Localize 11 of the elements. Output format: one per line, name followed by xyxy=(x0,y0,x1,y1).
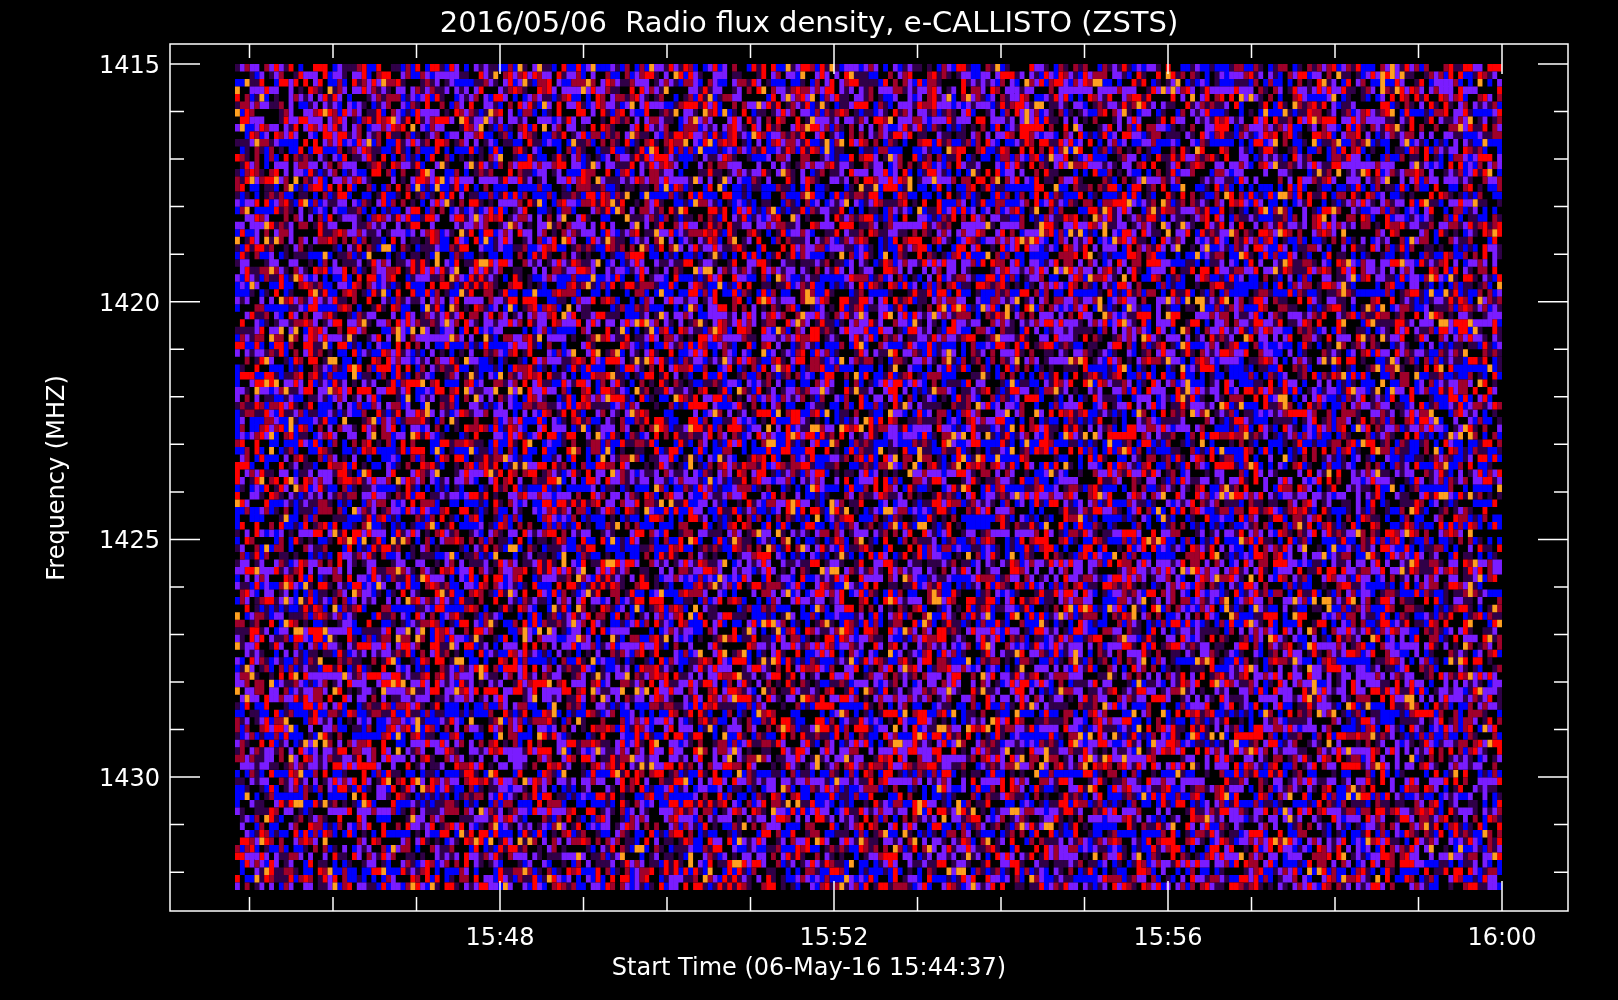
tick-label: 1430 xyxy=(98,764,160,793)
tick-label: 1425 xyxy=(98,526,160,555)
tick-label: 16:00 xyxy=(1467,923,1537,951)
axis-label: Start Time (06-May-16 15:44:37) xyxy=(611,953,1007,981)
chart-title: 2016/05/06 Radio flux density, e-CALLISTO (ZSTS) xyxy=(439,5,1179,39)
tick-label: 15:52 xyxy=(799,923,869,951)
tick-label: 15:48 xyxy=(465,923,535,951)
axis-label: Frequency (MHZ) xyxy=(42,375,70,581)
tick-label: 1415 xyxy=(98,51,160,79)
tick-label: 15:56 xyxy=(1133,923,1203,951)
tick-label: 1420 xyxy=(98,288,160,317)
